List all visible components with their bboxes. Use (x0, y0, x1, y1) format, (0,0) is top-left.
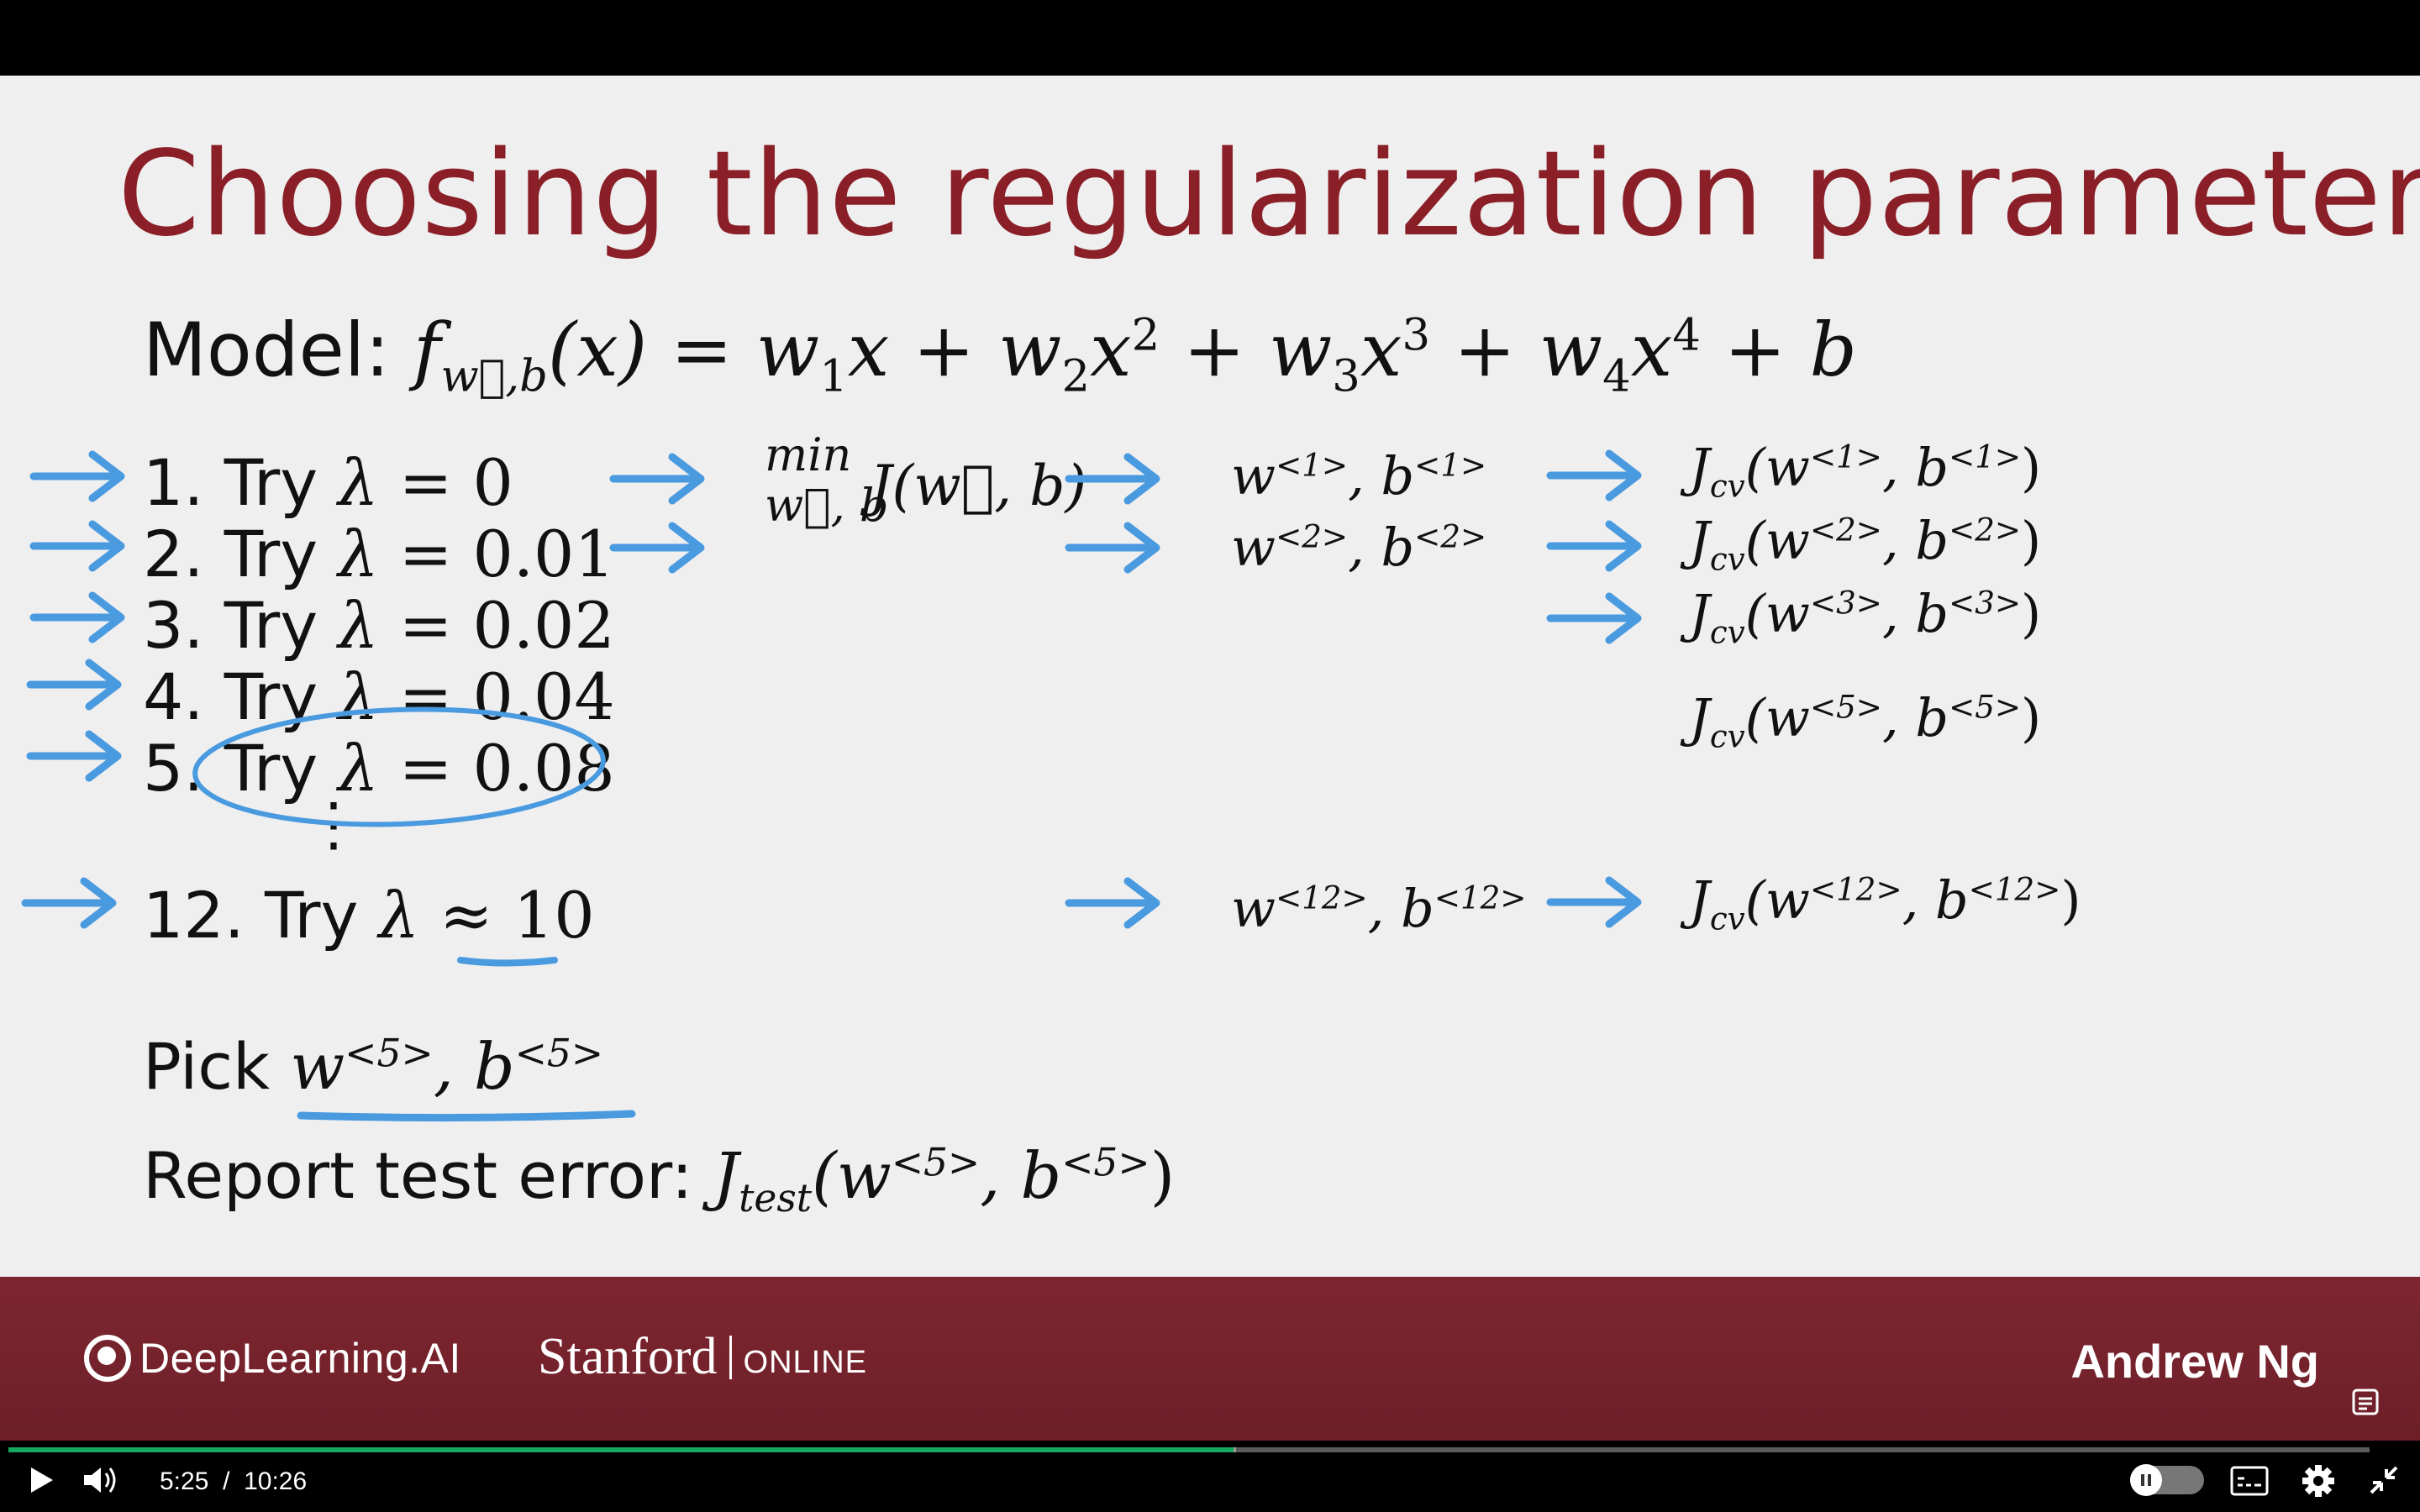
duration: 10:26 (244, 1467, 308, 1495)
trial-row: 4. Try λ = 0.04 (143, 659, 615, 734)
brand-name: DeepLearning.AI (139, 1335, 461, 1382)
volume-icon[interactable] (82, 1464, 119, 1499)
pick-line: Pick w<5>, b<5> (143, 1029, 604, 1104)
report-line: Report test error: Jtest(w<5>, b<5>) (143, 1138, 1176, 1221)
trial-row: 3. Try λ = 0.02 (143, 588, 615, 663)
toggle-knob (2130, 1464, 2162, 1496)
params-row: w<2>, b<2> (1231, 517, 1487, 578)
arrow-icon (1550, 596, 1638, 640)
arrow-icon (34, 454, 121, 498)
jcv-value: Jcv(w<1>, b<1>) (1689, 437, 2042, 505)
trial-row: 2. Try λ = 0.01 (143, 517, 615, 591)
arrow-icon (1550, 524, 1638, 568)
time-separator: / (223, 1467, 230, 1495)
video-controls: 5:25 / 10:26 (0, 1441, 2420, 1512)
jcv-value: Jcv(w<2>, b<2>) (1689, 510, 2042, 578)
stanford-online-logo: Stanford ONLINE (538, 1327, 867, 1387)
lecture-slide: Choosing the regularization parameter λ … (0, 76, 2420, 1277)
underline-mark (457, 957, 558, 967)
deeplearning-logo-icon (84, 1335, 131, 1382)
arrow-icon (30, 663, 118, 706)
arrow-icon (34, 524, 121, 568)
arrow-icon (34, 596, 121, 639)
author-name: Andrew Ng (2070, 1335, 2319, 1388)
trial-row-selected: 5. Try λ = 0.08 (143, 731, 615, 806)
params-row: w<12>, b<12> (1231, 878, 1527, 939)
letterbox-top (0, 0, 2420, 76)
model-equation: Model: fw⃗,b(x) = w1x + w2x2 + w3x3 + w4… (143, 307, 1857, 402)
play-icon[interactable] (29, 1466, 55, 1498)
autoplay-toggle[interactable] (2130, 1464, 2204, 1496)
settings-icon[interactable] (2301, 1463, 2336, 1502)
arrow-icon (1069, 881, 1156, 925)
arrow-icon (1069, 526, 1156, 570)
arrow-icon (30, 734, 118, 778)
transcript-icon[interactable] (2344, 1384, 2386, 1426)
current-time: 5:25 (160, 1467, 209, 1495)
arrow-icon (1550, 880, 1638, 924)
params-row: w<1>, b<1> (1231, 445, 1487, 507)
exit-fullscreen-icon[interactable] (2368, 1464, 2400, 1499)
logo-divider (729, 1335, 732, 1379)
trial-row: 1. Try λ = 0 (143, 445, 513, 520)
arrow-icon (25, 881, 113, 925)
jcv-value: Jcv(w<5>, b<5>) (1689, 687, 2042, 755)
ellipsis: ⋮ (304, 790, 363, 858)
deeplearning-logo: DeepLearning.AI (84, 1334, 461, 1383)
captions-icon[interactable] (2230, 1466, 2269, 1499)
slide-title: Choosing the regularization parameter λ (118, 126, 2420, 263)
jcv-value: Jcv(w<12>, b<12>) (1689, 869, 2081, 937)
trial-row: 12. Try λ ≈ 10 (143, 878, 595, 953)
partner-suffix: ONLINE (743, 1345, 868, 1380)
progress-bar[interactable] (8, 1447, 1234, 1452)
partner-name: Stanford (538, 1328, 718, 1385)
minimize-cost: min w⃗, b J(w⃗, b) (765, 428, 1087, 532)
jcv-value: Jcv(w<3>, b<3>) (1689, 583, 2042, 651)
time-display: 5:25 / 10:26 (160, 1467, 307, 1496)
arrow-icon (613, 526, 701, 570)
arrow-icon (613, 457, 701, 501)
slide-footer: DeepLearning.AI Stanford ONLINE Andrew N… (0, 1277, 2420, 1441)
arrow-icon (1550, 454, 1638, 497)
underline-mark (297, 1110, 636, 1122)
